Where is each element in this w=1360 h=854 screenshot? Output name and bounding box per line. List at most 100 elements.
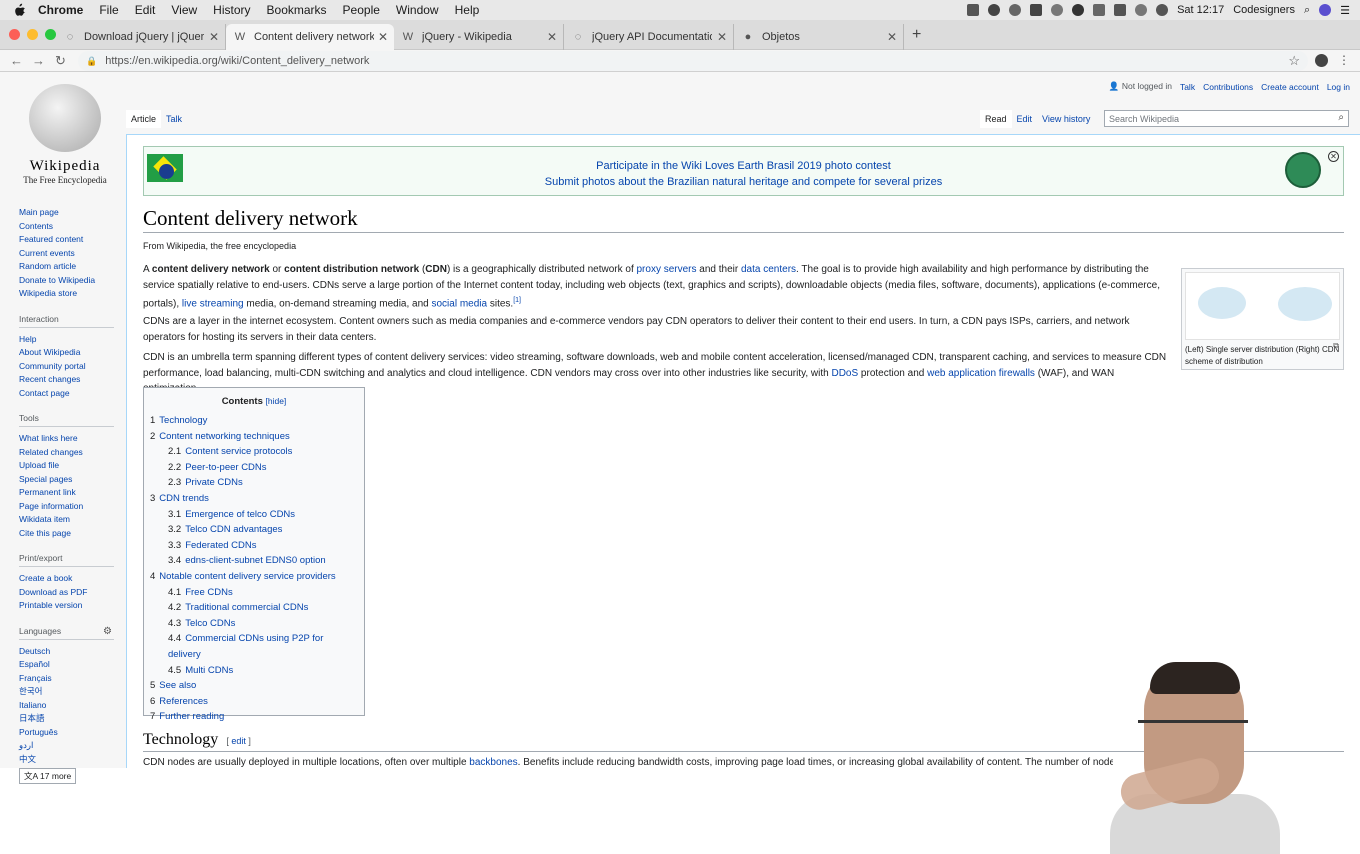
close-tab-icon[interactable]: ✕ <box>887 30 897 44</box>
toc-entry[interactable]: 4.2 Traditional commercial CDNs <box>150 600 358 616</box>
sidebar-nav-link[interactable]: Wikipedia store <box>19 287 114 301</box>
menu-help[interactable]: Help <box>455 3 480 17</box>
link-social-media[interactable]: social media <box>432 298 488 309</box>
wikipedia-logo[interactable]: Wikipedia The Free Encyclopedia <box>10 84 120 194</box>
toc-link[interactable]: Traditional commercial CDNs <box>185 602 308 613</box>
link-web-application-firewalls[interactable]: web application firewalls <box>927 368 1035 379</box>
clock-text[interactable]: Sat 12:17 <box>1177 4 1224 16</box>
forward-icon[interactable]: → <box>32 53 45 68</box>
sidebar-tools-link[interactable]: Wikidata item <box>19 513 114 527</box>
citation-1[interactable]: [1] <box>513 297 521 304</box>
toc-entry[interactable]: 2.2 Peer-to-peer CDNs <box>150 460 358 476</box>
toc-link[interactable]: Technology <box>159 415 207 426</box>
toc-entry[interactable]: 2 Content networking techniques <box>150 429 358 445</box>
close-tab-icon[interactable]: ✕ <box>209 30 219 44</box>
sidebar-nav-link[interactable]: Featured content <box>19 233 114 247</box>
toc-link[interactable]: Content networking techniques <box>159 431 289 442</box>
menu-window[interactable]: Window <box>396 3 439 17</box>
sidebar-print-link[interactable]: Printable version <box>19 599 114 613</box>
talk-link[interactable]: Talk <box>1180 82 1195 92</box>
spotlight-icon[interactable]: ⌕ <box>1304 4 1310 17</box>
toc-entry[interactable]: 4.4 Commercial CDNs using P2P for deliver… <box>150 631 358 662</box>
back-icon[interactable]: ← <box>10 53 23 68</box>
sidebar-nav-link[interactable]: Contents <box>19 220 114 234</box>
siri-icon[interactable] <box>1319 4 1332 16</box>
sidebar-language-link[interactable]: 한국어 <box>19 685 114 699</box>
browser-tab-active[interactable]: W Content delivery network - Wik ✕ <box>226 24 394 50</box>
toc-entry[interactable]: 4.5 Multi CDNs <box>150 663 358 679</box>
profile-icon[interactable] <box>1315 54 1328 67</box>
sidebar-interaction-link[interactable]: Help <box>19 333 114 347</box>
sidebar-interaction-link[interactable]: Community portal <box>19 360 114 374</box>
toc-link[interactable]: CDN trends <box>159 493 209 504</box>
sidebar-tools-link[interactable]: Special pages <box>19 473 114 487</box>
user-name[interactable]: Codesigners <box>1233 4 1295 16</box>
display-icon[interactable] <box>1114 4 1127 16</box>
close-tab-icon[interactable]: ✕ <box>547 30 557 44</box>
link-ddos[interactable]: DDoS <box>831 368 858 379</box>
sidebar-interaction-link[interactable]: Contact page <box>19 387 114 401</box>
dropbox-icon[interactable] <box>967 4 980 16</box>
notification-center-icon[interactable]: ☰ <box>1340 4 1350 17</box>
sidebar-nav-link[interactable]: Current events <box>19 247 114 261</box>
reload-icon[interactable]: ↻ <box>55 53 66 69</box>
status-app-icon[interactable] <box>988 4 1001 16</box>
sidebar-tools-link[interactable]: Cite this page <box>19 527 114 541</box>
menu-view[interactable]: View <box>171 3 197 17</box>
timer-icon[interactable] <box>1051 4 1064 16</box>
sidebar-language-link[interactable]: Español <box>19 658 114 672</box>
create-account-link[interactable]: Create account <box>1261 82 1319 92</box>
menu-people[interactable]: People <box>343 3 380 17</box>
toc-entry[interactable]: 3.4 edns-client-subnet EDNS0 option <box>150 553 358 569</box>
url-text[interactable]: https://en.wikipedia.org/wiki/Content_de… <box>105 55 369 67</box>
sidebar-language-link[interactable]: Deutsch <box>19 645 114 659</box>
toc-entry[interactable]: 5 See also <box>150 678 358 694</box>
enlarge-icon[interactable]: ⧉ <box>1333 341 1339 351</box>
sidebar-tools-link[interactable]: Related changes <box>19 446 114 460</box>
toc-link[interactable]: Telco CDN advantages <box>185 524 282 535</box>
sidebar-interaction-link[interactable]: About Wikipedia <box>19 346 114 360</box>
bookmark-star-icon[interactable]: ☆ <box>1288 53 1300 69</box>
cloud-icon[interactable] <box>1009 4 1022 16</box>
toc-link[interactable]: References <box>159 696 208 707</box>
sidebar-tools-link[interactable]: Permanent link <box>19 486 114 500</box>
toc-link[interactable]: Content service protocols <box>185 446 292 457</box>
menu-history[interactable]: History <box>213 3 250 17</box>
apple-icon[interactable] <box>12 3 26 17</box>
banner-line-2[interactable]: Submit photos about the Brazilian natura… <box>144 176 1343 188</box>
toc-entry[interactable]: 3.1 Emergence of telco CDNs <box>150 507 358 523</box>
browser-tab[interactable]: ◌ jQuery API Documentation ✕ <box>564 24 734 50</box>
toc-entry[interactable]: 2.3 Private CDNs <box>150 475 358 491</box>
toc-entry[interactable]: 2.1 Content service protocols <box>150 444 358 460</box>
circle-app-icon[interactable] <box>1072 4 1085 16</box>
sidebar-nav-link[interactable]: Main page <box>19 206 114 220</box>
address-bar[interactable]: 🔒 https://en.wikipedia.org/wiki/Content_… <box>78 51 1308 71</box>
toc-link[interactable]: edns-client-subnet EDNS0 option <box>185 555 325 566</box>
sidebar-language-link[interactable]: اردو <box>19 739 114 753</box>
close-tab-icon[interactable]: ✕ <box>378 30 388 44</box>
sidebar-tools-link[interactable]: What links here <box>19 432 114 446</box>
menu-bookmarks[interactable]: Bookmarks <box>267 3 327 17</box>
tab-talk[interactable]: Talk <box>161 110 187 128</box>
sidebar-nav-link[interactable]: Donate to Wikipedia <box>19 274 114 288</box>
m-app-icon[interactable] <box>1030 4 1043 16</box>
toc-entry[interactable]: 7 Further reading <box>150 709 358 725</box>
toc-hide-toggle[interactable]: [hide] <box>266 396 287 406</box>
toc-entry[interactable]: 4 Notable content delivery service provid… <box>150 569 358 585</box>
sidebar-tools-link[interactable]: Page information <box>19 500 114 514</box>
menu-file[interactable]: File <box>99 3 118 17</box>
toc-link[interactable]: Emergence of telco CDNs <box>185 509 295 520</box>
bluetooth-icon[interactable] <box>1135 4 1148 16</box>
more-menu-icon[interactable]: ⋮ <box>1338 53 1350 67</box>
toc-link[interactable]: Multi CDNs <box>185 665 233 676</box>
contributions-link[interactable]: Contributions <box>1203 82 1253 92</box>
sidebar-language-link[interactable]: 中文 <box>19 753 114 767</box>
toc-link[interactable]: Notable content delivery service provide… <box>159 571 335 582</box>
menu-edit[interactable]: Edit <box>135 3 156 17</box>
section-edit-link[interactable]: edit <box>231 736 246 746</box>
sidebar-language-link[interactable]: Français <box>19 672 114 686</box>
puzzle-icon[interactable] <box>1093 4 1106 16</box>
toc-entry[interactable]: 4.1 Free CDNs <box>150 585 358 601</box>
link-proxy-servers[interactable]: proxy servers <box>637 264 697 275</box>
toc-entry[interactable]: 3.3 Federated CDNs <box>150 538 358 554</box>
